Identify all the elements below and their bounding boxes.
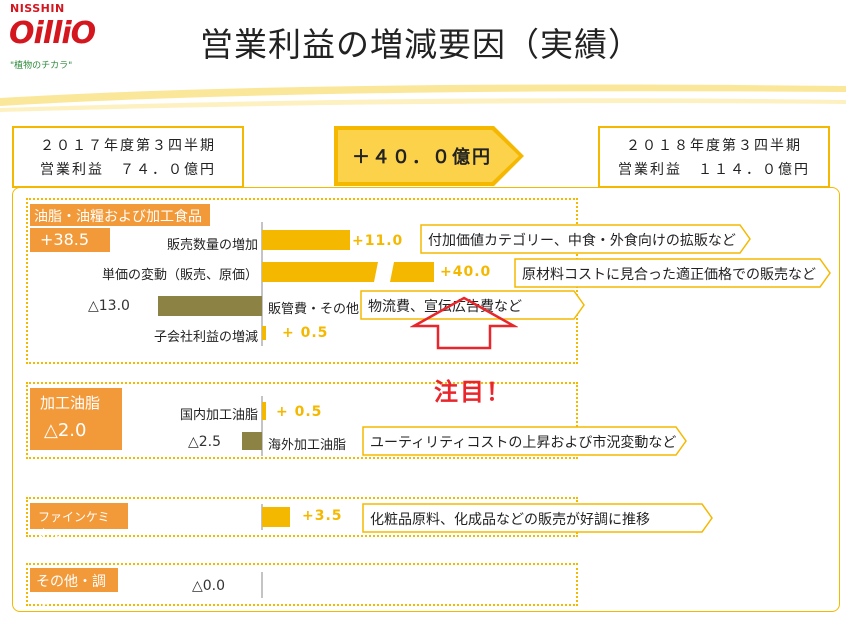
value-domestic: + 0.5 [276,404,323,420]
bar-sga [158,296,262,316]
value-fine-chemical: +3.5 [302,508,343,524]
attention-arrow-icon [410,296,518,350]
attention-label: 注目！ [434,378,512,406]
bar-subsidiary [262,326,266,340]
callout-fine-chemical: 化粧品原料、化成品などの販売が好調に推移 [370,512,650,528]
value-sga: △13.0 [88,298,130,314]
value-overseas: △2.5 [188,434,222,450]
value-sales-volume: +11.0 [352,233,404,249]
value-other: △0.0 [192,578,226,594]
bar-fine-chemical [262,507,290,527]
bar-unit-price [262,262,434,282]
callout-overseas: ユーティリティコストの上昇および市況変動など [370,435,677,451]
bar-sales-volume [262,230,350,250]
value-subsidiary: + 0.5 [282,325,329,341]
bar-overseas [242,432,262,450]
value-unit-price: +40.0 [440,264,492,280]
bar-domestic [262,402,266,420]
callout-sales-volume: 付加価値カテゴリー、中食・外食向けの拡販など [428,233,736,249]
callout-unit-price: 原材料コストに見合った適正価格での販売など [522,267,816,283]
